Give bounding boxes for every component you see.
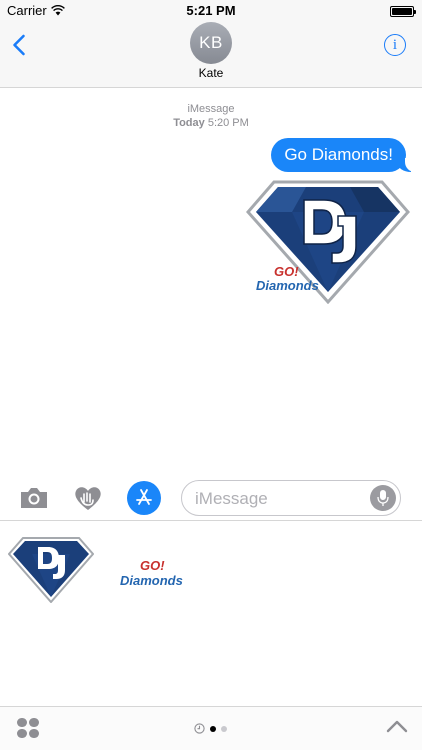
message-text: Go Diamonds! bbox=[284, 145, 393, 164]
digital-touch-button[interactable] bbox=[72, 482, 104, 514]
camera-icon bbox=[21, 488, 47, 508]
page-dot-active bbox=[210, 725, 216, 732]
sticker-drawer: GO! Diamonds bbox=[0, 520, 422, 706]
timestamp-time: 5:20 PM bbox=[207, 117, 249, 129]
dj-diamond-sticker[interactable]: GO! Diamonds bbox=[246, 180, 410, 304]
timestamp-line: Today 5:20 PM bbox=[0, 116, 422, 130]
service-label: iMessage bbox=[187, 103, 235, 115]
status-bar: Carrier 5:21 PM bbox=[0, 0, 422, 22]
info-button[interactable]: i bbox=[384, 34, 406, 56]
timestamp-day: Today bbox=[173, 117, 205, 129]
page-indicator[interactable] bbox=[194, 723, 227, 734]
message-input[interactable]: iMessage bbox=[181, 480, 401, 516]
camera-button[interactable] bbox=[18, 482, 50, 514]
avatar-initials: KB bbox=[199, 33, 223, 52]
back-button[interactable] bbox=[12, 34, 32, 56]
svg-text:Diamonds: Diamonds bbox=[120, 573, 183, 588]
heart-hand-icon bbox=[75, 487, 101, 510]
clock-icon bbox=[194, 723, 205, 734]
contact-name[interactable]: Kate bbox=[0, 66, 422, 80]
chevron-up-icon bbox=[386, 720, 408, 733]
chevron-left-icon bbox=[13, 34, 25, 56]
microphone-icon bbox=[377, 490, 389, 506]
app-store-button[interactable] bbox=[127, 481, 161, 515]
message-timestamp: iMessage Today 5:20 PM bbox=[0, 102, 422, 130]
app-grid-button[interactable] bbox=[16, 717, 40, 739]
message-toolbar: iMessage bbox=[0, 476, 422, 520]
contact-avatar[interactable]: KB bbox=[190, 22, 232, 64]
info-icon: i bbox=[392, 36, 398, 53]
svg-text:GO!: GO! bbox=[274, 264, 299, 279]
page-dot bbox=[221, 725, 227, 732]
expand-drawer-button[interactable] bbox=[386, 719, 408, 737]
clock: 5:21 PM bbox=[186, 3, 236, 18]
app-store-icon bbox=[136, 489, 152, 505]
battery-icon bbox=[390, 6, 416, 17]
app-grid-icon bbox=[17, 718, 39, 738]
message-input-placeholder: iMessage bbox=[195, 489, 268, 508]
dj-diamond-sticker-option[interactable] bbox=[8, 537, 94, 603]
conversation-header: Carrier 5:21 PM KB Kate i bbox=[0, 0, 422, 88]
app-drawer-bar bbox=[0, 706, 422, 750]
svg-text:GO!: GO! bbox=[140, 558, 165, 573]
outgoing-message-bubble[interactable]: Go Diamonds! bbox=[271, 138, 415, 172]
svg-text:Diamonds: Diamonds bbox=[256, 278, 319, 293]
dictation-button[interactable] bbox=[370, 485, 396, 511]
go-diamonds-sticker-option[interactable]: GO! Diamonds bbox=[118, 557, 200, 589]
